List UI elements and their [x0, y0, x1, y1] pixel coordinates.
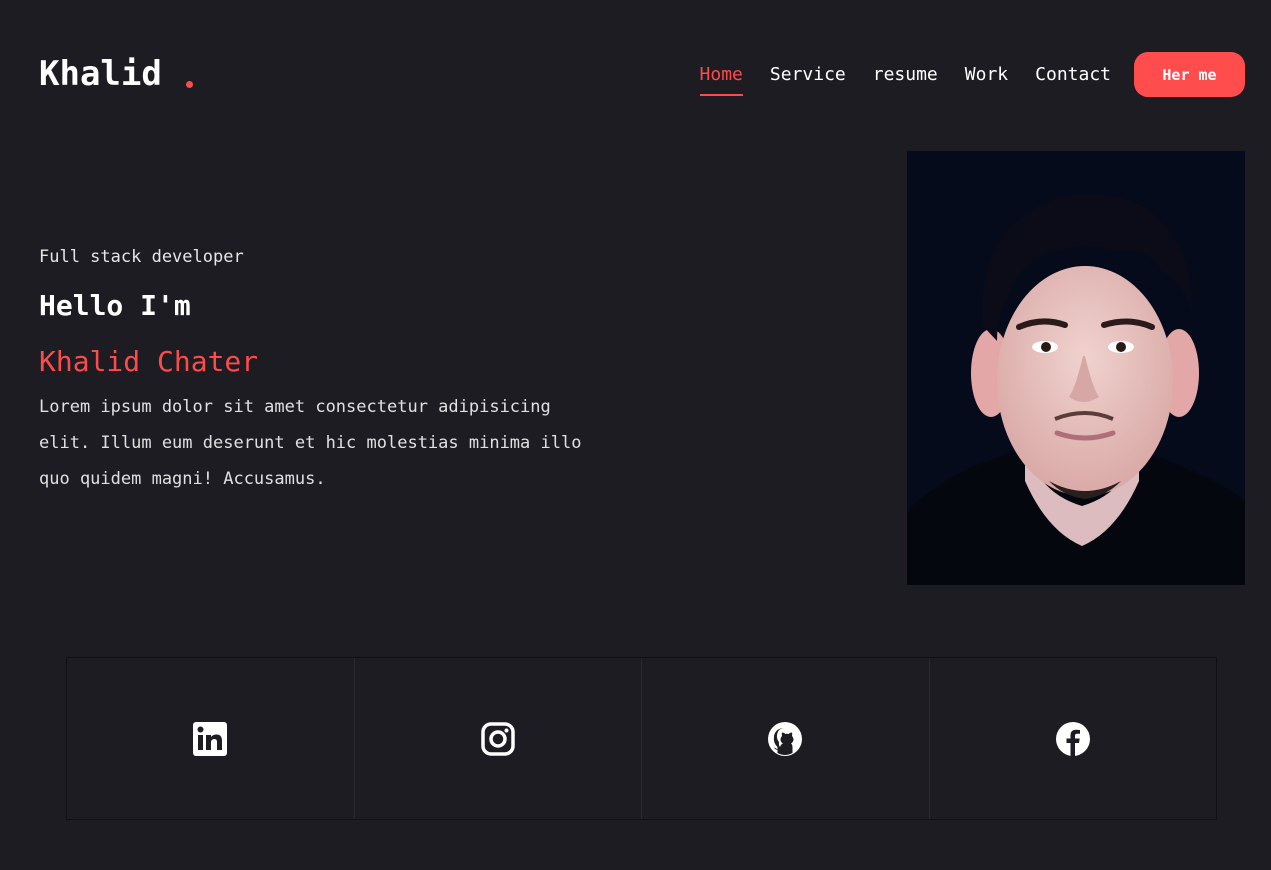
facebook-icon: [1055, 721, 1090, 756]
github-link[interactable]: [642, 658, 930, 819]
hero-subtitle: Full stack developer: [39, 247, 244, 267]
hero-description: Lorem ipsum dolor sit amet consectetur a…: [39, 397, 582, 489]
nav-resume[interactable]: resume: [873, 64, 938, 86]
linkedin-icon: [193, 721, 228, 756]
nav-contact[interactable]: Contact: [1035, 64, 1111, 86]
instagram-icon: [481, 721, 515, 756]
nav-home[interactable]: Home: [699, 64, 744, 96]
github-icon: [768, 721, 803, 756]
logo[interactable]: Khalid: [39, 54, 162, 94]
nav-service[interactable]: Service: [770, 64, 846, 86]
portrait-image: [907, 151, 1245, 585]
facebook-link[interactable]: [930, 658, 1217, 819]
instagram-link[interactable]: [355, 658, 642, 819]
social-links: [66, 657, 1217, 820]
nav-work[interactable]: Work: [965, 64, 1008, 86]
linkedin-link[interactable]: [67, 658, 355, 819]
site-header: Khalid Home Service resume Work Contact …: [39, 52, 1245, 97]
logo-dot-icon: [186, 81, 193, 88]
hero-greeting: Hello I'm: [39, 289, 191, 322]
hero-name: Khalid Chater: [39, 345, 259, 378]
hero-section: Full stack developer Hello I'm Khalid Ch…: [39, 245, 599, 497]
portrait-photo-icon: [907, 151, 1245, 585]
main-nav: Home Service resume Work Contact Her me: [699, 52, 1245, 97]
hire-me-button[interactable]: Her me: [1134, 52, 1245, 97]
